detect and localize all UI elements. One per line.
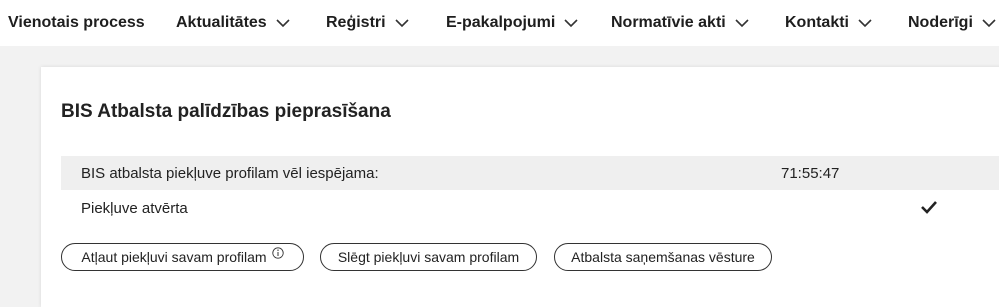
chevron-down-icon bbox=[564, 19, 578, 28]
chevron-down-icon bbox=[858, 19, 872, 28]
info-icon[interactable] bbox=[271, 247, 284, 259]
nav-item-registri[interactable]: Reģistri bbox=[326, 0, 409, 46]
chevron-down-icon bbox=[276, 19, 290, 28]
access-status-label: Piekļuve atvērta bbox=[81, 199, 188, 217]
chevron-down-icon bbox=[735, 19, 749, 28]
allow-access-button[interactable]: Atļaut piekļuvi savam profilam bbox=[61, 243, 304, 271]
checkmark-icon bbox=[921, 201, 937, 214]
nav-item-kontakti[interactable]: Kontakti bbox=[785, 0, 872, 46]
support-history-label: Atbalsta saņemšanas vēsture bbox=[571, 249, 755, 265]
nav-item-noderigi[interactable]: Noderīgi bbox=[908, 0, 996, 46]
access-status-row: Piekļuve atvērta bbox=[61, 191, 999, 225]
support-history-button[interactable]: Atbalsta saņemšanas vēsture bbox=[554, 243, 772, 271]
nav-item-label: Noderīgi bbox=[908, 14, 973, 31]
card-title: BIS Atbalsta palīdzības pieprasīšana bbox=[61, 101, 391, 122]
chevron-down-icon bbox=[395, 19, 409, 28]
allow-access-label: Atļaut piekļuvi savam profilam bbox=[81, 249, 267, 265]
nav-item-e-pakalpojumi[interactable]: E-pakalpojumi bbox=[446, 0, 578, 46]
close-access-button[interactable]: Slēgt piekļuvi savam profilam bbox=[320, 243, 537, 271]
close-access-label: Slēgt piekļuvi savam profilam bbox=[337, 249, 520, 265]
access-remaining-label: BIS atbalsta piekļuve profilam vēl iespē… bbox=[81, 164, 379, 182]
nav-item-label: Vienotais process bbox=[8, 14, 145, 31]
nav-item-label: Normatīvie akti bbox=[611, 14, 726, 31]
nav-item-aktualitates[interactable]: Aktualitātes bbox=[176, 0, 290, 46]
access-remaining-timer: 71:55:47 bbox=[781, 164, 840, 182]
nav-item-label: Reģistri bbox=[326, 14, 386, 31]
nav-item-label: Aktualitātes bbox=[176, 14, 267, 31]
support-request-card: BIS Atbalsta palīdzības pieprasīšana BIS… bbox=[41, 67, 999, 307]
nav-item-label: E-pakalpojumi bbox=[446, 14, 556, 31]
nav-item-label: Kontakti bbox=[785, 14, 849, 31]
top-navigation: Vienotais process Aktualitātes Reģistri … bbox=[0, 0, 999, 46]
nav-item-vienotais-process[interactable]: Vienotais process bbox=[8, 0, 145, 46]
nav-item-normativie-akti[interactable]: Normatīvie akti bbox=[611, 0, 749, 46]
access-remaining-row: BIS atbalsta piekļuve profilam vēl iespē… bbox=[61, 156, 999, 190]
chevron-down-icon bbox=[982, 19, 996, 28]
